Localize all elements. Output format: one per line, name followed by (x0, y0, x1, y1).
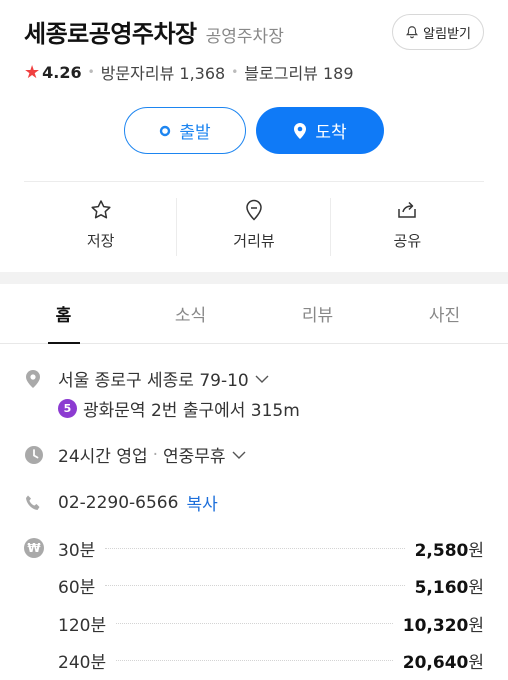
action-bar: 저장 거리뷰 공유 (24, 182, 484, 266)
tab-bar: 홈 소식 리뷰 사진 (0, 284, 508, 344)
fee-currency: 원 (468, 652, 484, 673)
fee-duration: 60분 (58, 577, 96, 598)
depart-label: 출발 (179, 123, 211, 143)
star-outline-icon (91, 199, 111, 218)
fee-duration: 240분 (58, 652, 107, 673)
visitor-reviews-label: 방문자리뷰 (100, 64, 175, 83)
copy-phone-button[interactable]: 복사 (186, 490, 217, 515)
subway-directions: 광화문역 2번 출구에서 315m (83, 401, 300, 421)
fee-value: 2,580원 (415, 536, 484, 561)
chevron-down-icon (232, 451, 246, 459)
chevron-down-icon (255, 375, 269, 383)
won-icon: ₩ (24, 538, 44, 558)
visitor-reviews-count: 1,368 (179, 64, 226, 83)
save-button[interactable]: 저장 (24, 182, 178, 266)
rating-star-icon: ★ (24, 61, 41, 83)
place-category[interactable]: 공영주차장 (206, 22, 284, 47)
depart-circle-icon (160, 125, 171, 136)
fee-value: 10,320원 (403, 611, 484, 636)
location-marker-icon (24, 369, 50, 389)
leader-line (116, 622, 393, 624)
separator-dot: • (231, 65, 239, 79)
fee-row: 120분 10,320원 (58, 605, 484, 641)
alarm-button[interactable]: 알림받기 (392, 14, 484, 50)
clock-icon (24, 445, 50, 465)
arrive-label: 도착 (315, 123, 347, 143)
route-buttons: 출발 도착 (124, 107, 384, 154)
fee-price: 20,640 (402, 652, 469, 673)
street-view-label: 거리뷰 (233, 231, 275, 250)
section-gap (0, 272, 508, 284)
fee-row: 30분 2,580원 (58, 530, 484, 566)
title-row: 세종로공영주차장 공영주차장 (24, 14, 284, 49)
tab-home[interactable]: 홈 (0, 284, 127, 343)
subway-row: 5 광화문역 2번 출구에서 315m (58, 396, 300, 421)
separator-dot: · (152, 444, 159, 465)
leader-line (116, 659, 393, 661)
blog-reviews-count: 189 (323, 64, 354, 83)
rating-row: ★ 4.26 • 방문자리뷰 1,368 • 블로그리뷰 189 (24, 60, 354, 84)
fee-row: 60분 5,160원 (58, 567, 484, 603)
leader-line (105, 584, 405, 586)
share-label: 공유 (393, 231, 422, 250)
address-row[interactable]: 서울 종로구 세종로 79-10 (24, 366, 269, 391)
depart-button[interactable]: 출발 (124, 107, 246, 154)
street-view-icon (246, 199, 262, 221)
location-pin-icon (294, 122, 307, 139)
hours-text: 24시간 영업 (58, 447, 148, 467)
bell-icon (406, 26, 419, 39)
phone-number[interactable]: 02-2290-6566 (58, 493, 178, 513)
address-text: 서울 종로구 세종로 79-10 (58, 371, 249, 391)
fee-price: 10,320 (402, 615, 469, 636)
share-button[interactable]: 공유 (331, 182, 484, 266)
separator-dot: • (87, 65, 95, 79)
fee-value: 5,160원 (415, 573, 484, 598)
tab-reviews[interactable]: 리뷰 (254, 284, 381, 343)
leader-line (105, 547, 405, 549)
arrive-button[interactable]: 도착 (256, 107, 384, 154)
fee-row: 240분 20,640원 (58, 642, 484, 678)
fee-currency: 원 (468, 540, 484, 561)
fee-duration: 30분 (58, 540, 96, 561)
subway-line-badge: 5 (58, 399, 77, 418)
fee-currency: 원 (468, 577, 484, 598)
fee-duration: 120분 (58, 615, 107, 636)
rating-score: 4.26 (42, 62, 82, 82)
tab-news[interactable]: 소식 (127, 284, 254, 343)
fee-value: 20,640원 (403, 648, 484, 673)
share-icon (398, 201, 417, 218)
holiday-text: 연중무휴 (163, 447, 226, 467)
phone-row: 02-2290-6566 복사 (24, 490, 218, 515)
place-title: 세종로공영주차장 (24, 20, 197, 48)
phone-icon (24, 494, 50, 512)
blog-reviews-label: 블로그리뷰 (244, 64, 318, 83)
blog-reviews-link[interactable]: 블로그리뷰 189 (244, 60, 353, 84)
street-view-button[interactable]: 거리뷰 (177, 182, 331, 266)
fee-currency: 원 (468, 615, 484, 636)
fee-price: 2,580 (414, 540, 469, 561)
tab-photos[interactable]: 사진 (381, 284, 508, 343)
hours-row[interactable]: 24시간 영업 · 연중무휴 (24, 442, 246, 467)
alarm-button-label: 알림받기 (423, 26, 471, 42)
fee-price: 5,160 (414, 577, 469, 598)
save-label: 저장 (86, 231, 115, 250)
visitor-reviews-link[interactable]: 방문자리뷰 1,368 (101, 60, 226, 84)
